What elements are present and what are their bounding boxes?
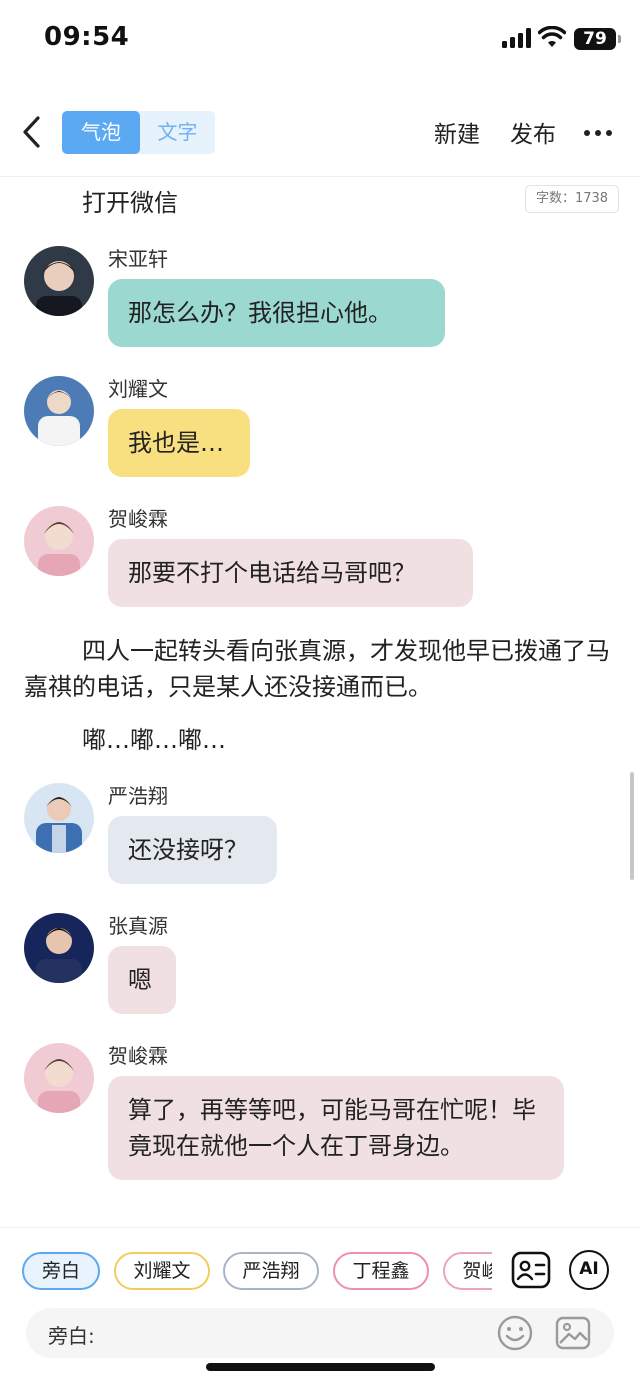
avatar[interactable] bbox=[24, 783, 94, 853]
emoji-icon[interactable] bbox=[496, 1314, 534, 1352]
nav-bar: 气泡 文字 新建 发布 bbox=[0, 100, 640, 166]
chat-bubble[interactable]: 还没接呀？ bbox=[108, 816, 277, 884]
speaker-name: 贺峻霖 bbox=[108, 1044, 168, 1068]
publish-button[interactable]: 发布 bbox=[510, 115, 556, 149]
chat-bubble[interactable]: 那怎么办？我很担心他。 bbox=[108, 279, 445, 347]
speaker-chip[interactable]: 贺峻霖 bbox=[443, 1252, 492, 1290]
speaker-chip[interactable]: 丁程鑫 bbox=[333, 1252, 429, 1290]
avatar[interactable] bbox=[24, 506, 94, 576]
speaker-chip-list[interactable]: 旁白 刘耀文 严浩翔 丁程鑫 贺峻霖 bbox=[0, 1228, 492, 1318]
chat-bubble[interactable]: 我也是… bbox=[108, 409, 250, 477]
new-button[interactable]: 新建 bbox=[434, 115, 480, 149]
avatar[interactable] bbox=[24, 913, 94, 983]
tab-text[interactable]: 文字 bbox=[140, 111, 215, 154]
narration-text[interactable]: 四人一起转头看向张真源，才发现他早已拨通了马嘉祺的电话，只是某人还没接通而已。 bbox=[24, 633, 614, 705]
status-time: 09:54 bbox=[44, 22, 130, 52]
chevron-left-icon[interactable] bbox=[16, 112, 48, 152]
narration-text[interactable]: 嘟…嘟…嘟… bbox=[24, 722, 614, 758]
ai-icon[interactable]: AI bbox=[569, 1250, 609, 1290]
speaker-chip[interactable]: 严浩翔 bbox=[223, 1252, 319, 1290]
speaker-name: 贺峻霖 bbox=[108, 507, 168, 531]
avatar[interactable] bbox=[24, 376, 94, 446]
battery-indicator: 79 bbox=[574, 28, 621, 50]
cellular-signal-icon bbox=[502, 28, 532, 48]
speaker-chip[interactable]: 旁白 bbox=[22, 1252, 100, 1290]
chat-bubble[interactable]: 那要不打个电话给马哥吧？ bbox=[108, 539, 473, 607]
status-bar: 09:54 79 bbox=[0, 0, 640, 80]
contact-card-icon[interactable] bbox=[511, 1250, 551, 1290]
scrollbar-thumb[interactable] bbox=[630, 772, 634, 880]
home-indicator bbox=[206, 1363, 435, 1371]
narration-input[interactable]: 旁白: bbox=[26, 1308, 614, 1358]
speaker-name: 刘耀文 bbox=[108, 377, 168, 401]
chat-bubble[interactable]: 嗯 bbox=[108, 946, 176, 1014]
speaker-chip[interactable]: 刘耀文 bbox=[114, 1252, 210, 1290]
speaker-name: 严浩翔 bbox=[108, 784, 168, 808]
chat-bubble[interactable]: 算了，再等等吧，可能马哥在忙呢！毕竟现在就他一个人在丁哥身边。 bbox=[108, 1076, 564, 1180]
wifi-icon bbox=[538, 26, 566, 47]
image-icon[interactable] bbox=[554, 1314, 592, 1352]
narration-text[interactable]: 打开微信 bbox=[24, 185, 614, 221]
tab-bubble[interactable]: 气泡 bbox=[62, 111, 140, 154]
avatar[interactable] bbox=[24, 246, 94, 316]
speaker-name: 宋亚轩 bbox=[108, 247, 168, 271]
more-dots-icon[interactable] bbox=[584, 130, 612, 136]
story-content[interactable]: 字数：1738 打开微信 宋亚轩 那怎么办？我很担心他。 刘耀文 我也是… 贺峻… bbox=[0, 177, 640, 1227]
mode-toggle: 气泡 文字 bbox=[62, 111, 215, 154]
input-label: 旁白: bbox=[48, 1324, 95, 1348]
speaker-name: 张真源 bbox=[108, 914, 168, 938]
avatar[interactable] bbox=[24, 1043, 94, 1113]
